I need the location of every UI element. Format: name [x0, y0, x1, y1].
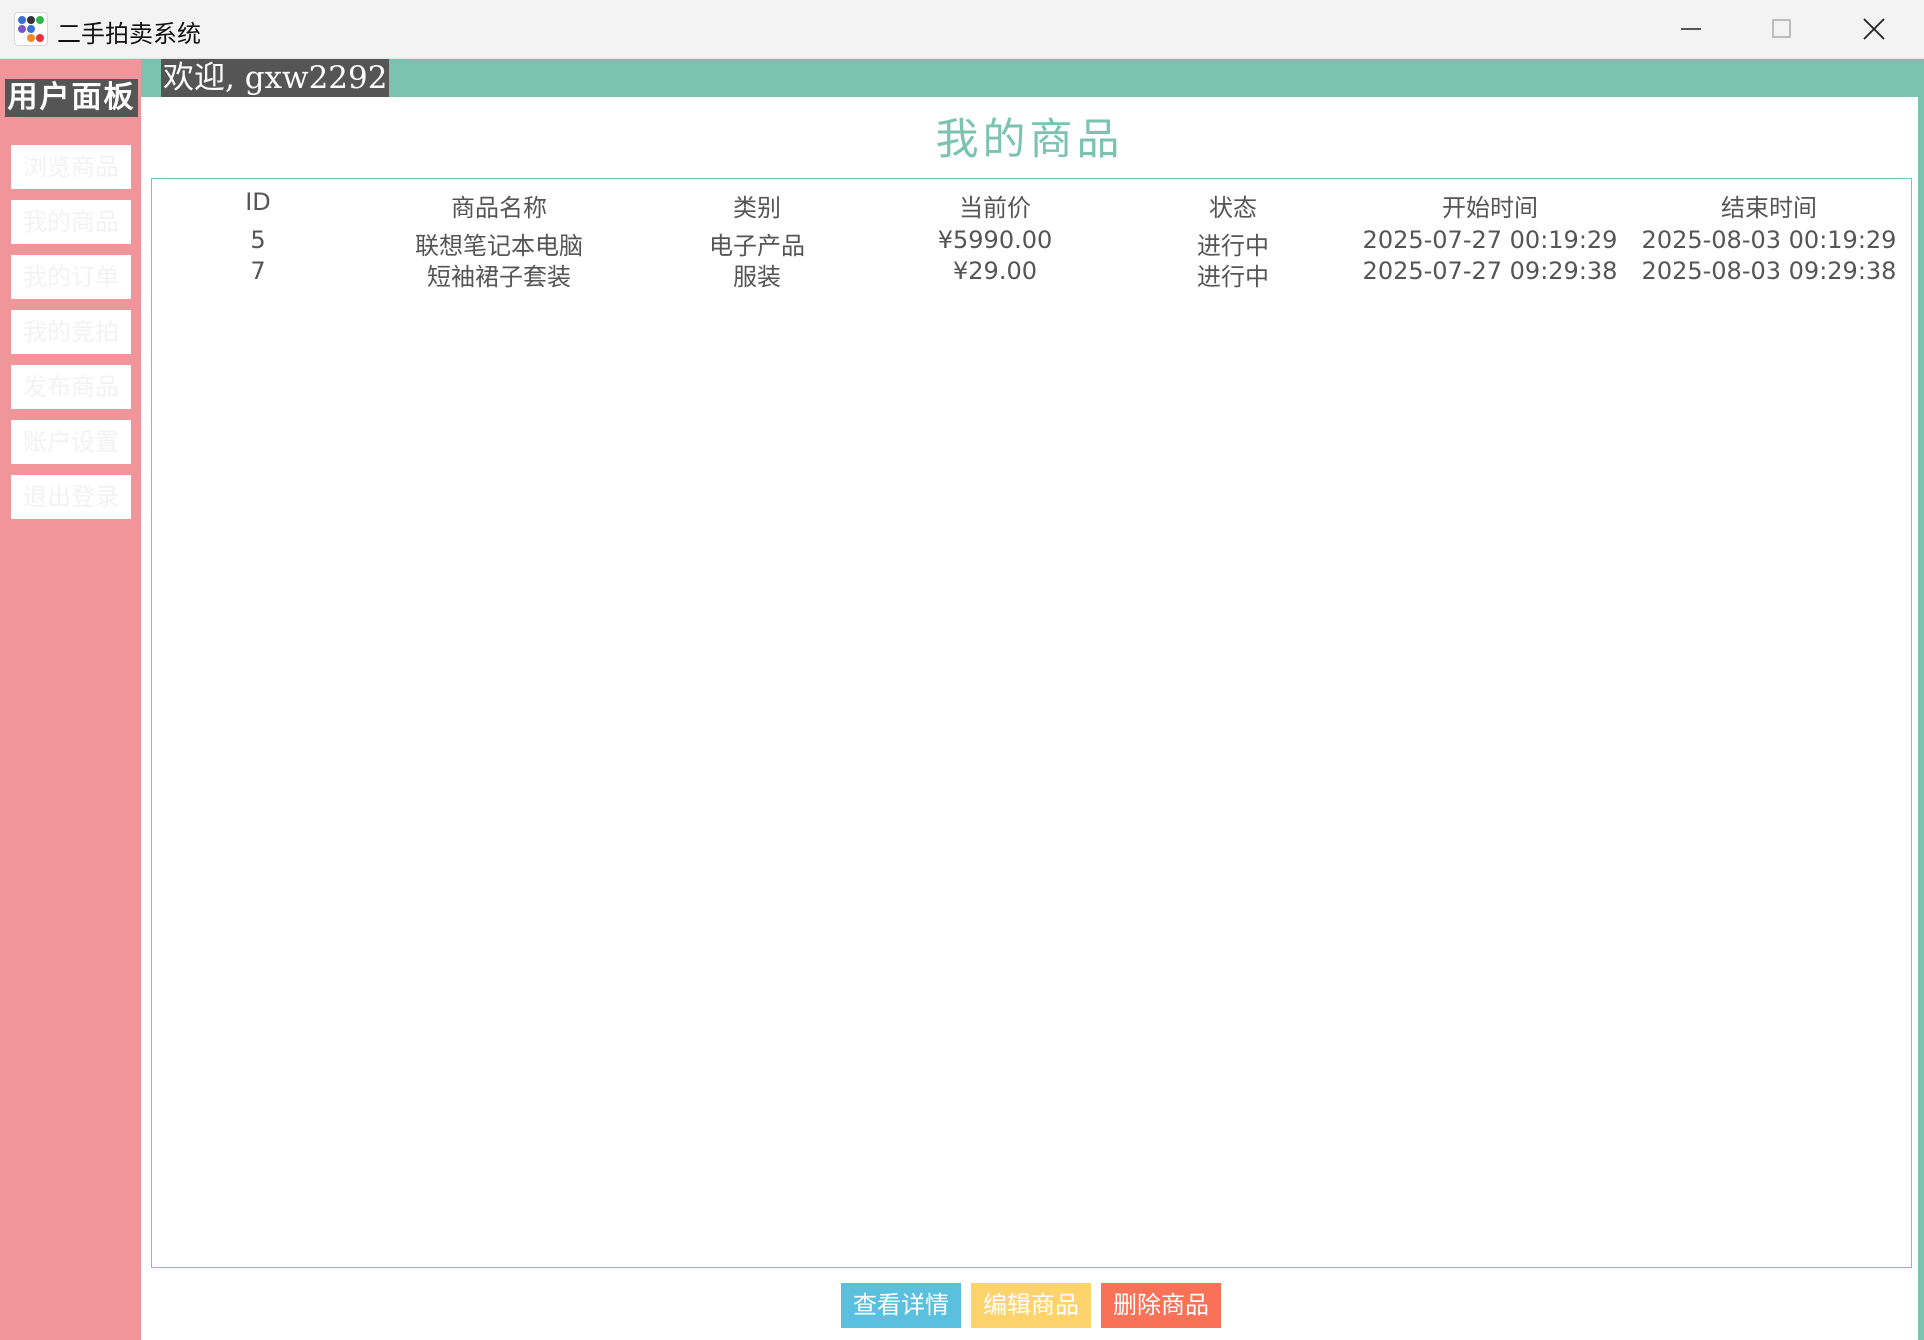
title-bar: 二手拍卖系统: [0, 0, 1924, 59]
cell-id: 7: [250, 257, 266, 285]
cell-status: 进行中: [1197, 232, 1269, 260]
column-header-start-time[interactable]: 开始时间: [1442, 188, 1538, 223]
minimize-icon: [1681, 28, 1701, 30]
cell-status: 进行中: [1197, 263, 1269, 291]
cell-end-time: 2025-08-03 09:29:38: [1641, 257, 1897, 285]
cell-category: 服装: [733, 263, 781, 291]
sidebar-item-browse[interactable]: 浏览商品: [11, 145, 131, 189]
cell-id: 5: [250, 226, 266, 254]
edit-item-button[interactable]: 编辑商品: [971, 1283, 1091, 1328]
page-title: 我的商品: [935, 115, 1124, 165]
cell-end-time: 2025-08-03 00:19:29: [1641, 226, 1897, 254]
close-button[interactable]: [1828, 0, 1920, 58]
cell-start-time: 2025-07-27 00:19:29: [1362, 226, 1618, 254]
table-header-row: ID 商品名称 类别 当前价 状态 开始时间 结束时间: [152, 188, 1911, 223]
items-table: ID 商品名称 类别 当前价 状态 开始时间 结束时间 5 联想笔记本电脑 电子…: [151, 178, 1912, 1268]
sidebar-item-my-items[interactable]: 我的商品: [11, 200, 131, 244]
window-title: 二手拍卖系统: [57, 20, 201, 48]
sidebar-item-my-bids[interactable]: 我的竞拍: [11, 310, 131, 354]
sidebar-item-account-settings[interactable]: 账户设置: [11, 420, 131, 464]
table-row[interactable]: 7 短袖裙子套装 服装 ¥29.00 进行中 2025-07-27 09:29:…: [152, 257, 1911, 291]
sidebar: 用户面板 浏览商品 我的商品 我的订单 我的竞拍 发布商品 账户设置 退出登录: [0, 59, 141, 1340]
view-details-button[interactable]: 查看详情: [841, 1283, 961, 1328]
cell-category: 电子产品: [709, 232, 805, 260]
table-row[interactable]: 5 联想笔记本电脑 电子产品 ¥5990.00 进行中 2025-07-27 0…: [152, 226, 1911, 260]
column-header-status[interactable]: 状态: [1209, 188, 1257, 223]
column-header-id[interactable]: ID: [245, 188, 271, 216]
column-header-name[interactable]: 商品名称: [451, 188, 547, 223]
minimize-button[interactable]: [1645, 0, 1737, 58]
maximize-icon: [1772, 19, 1791, 38]
cell-start-time: 2025-07-27 09:29:38: [1362, 257, 1618, 285]
right-edge-accent: [1918, 97, 1924, 1340]
cell-price: ¥29.00: [953, 257, 1037, 285]
cell-name: 联想笔记本电脑: [415, 232, 583, 260]
column-header-end-time[interactable]: 结束时间: [1721, 188, 1817, 223]
maximize-button[interactable]: [1736, 0, 1828, 58]
column-header-price[interactable]: 当前价: [959, 188, 1031, 223]
column-header-category[interactable]: 类别: [733, 188, 781, 223]
cell-name: 短袖裙子套装: [427, 263, 571, 291]
delete-item-button[interactable]: 删除商品: [1101, 1283, 1221, 1328]
sidebar-item-publish[interactable]: 发布商品: [11, 365, 131, 409]
app-icon: [14, 12, 48, 46]
cell-price: ¥5990.00: [937, 226, 1053, 254]
close-icon: [1863, 18, 1885, 40]
sidebar-item-my-orders[interactable]: 我的订单: [11, 255, 131, 299]
sidebar-item-logout[interactable]: 退出登录: [11, 475, 131, 519]
welcome-label: 欢迎, gxw2292: [161, 59, 390, 97]
header-bar: 欢迎, gxw2292: [141, 59, 1924, 97]
sidebar-title: 用户面板: [5, 79, 138, 117]
